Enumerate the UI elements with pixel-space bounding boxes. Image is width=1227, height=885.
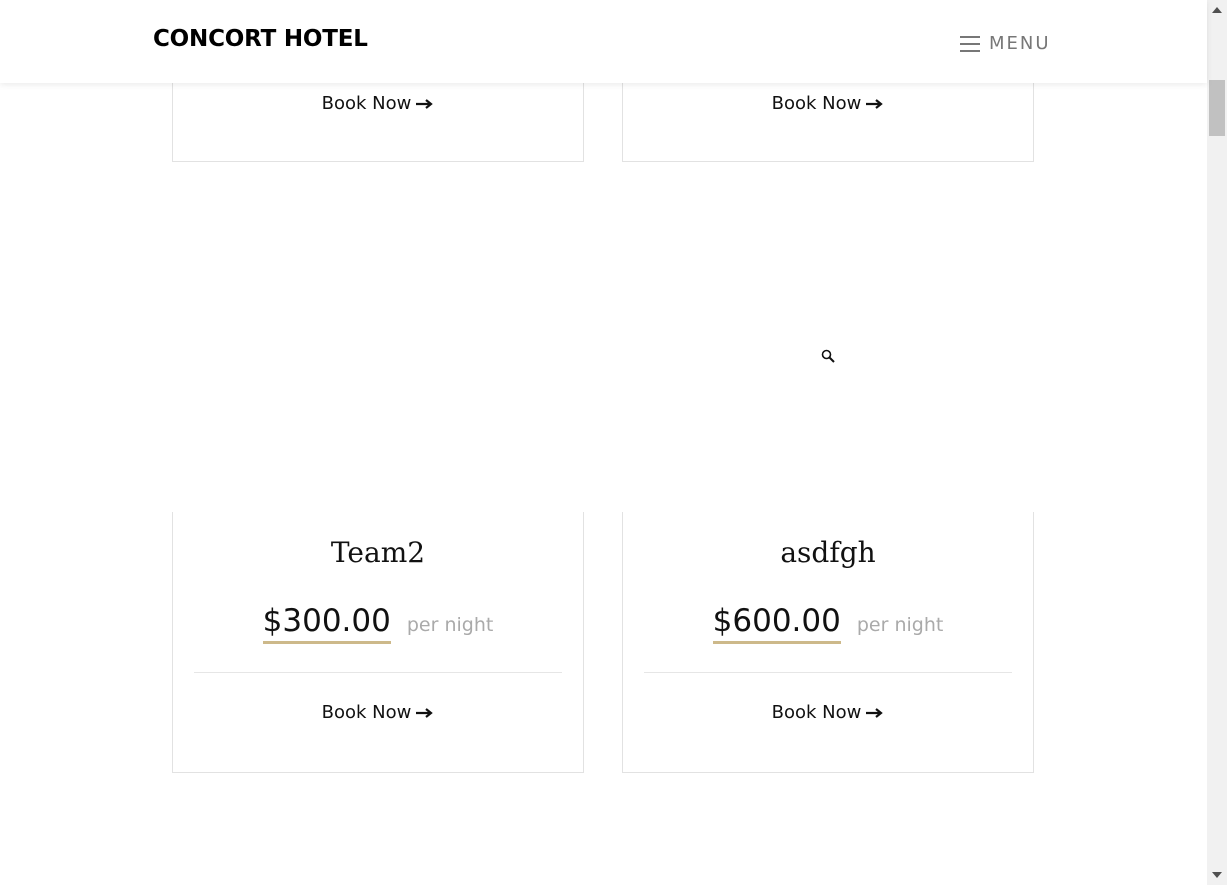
book-now-link[interactable]: Book Now [623, 702, 1033, 723]
book-now-label: Book Now [771, 93, 862, 114]
book-now-link[interactable]: Book Now [623, 93, 1033, 114]
per-night-label: per night [406, 614, 494, 637]
card-divider [194, 672, 562, 673]
book-now-link[interactable]: Book Now [173, 702, 583, 723]
menu-button[interactable]: MENU [960, 30, 1051, 56]
page-scrollbar[interactable] [1207, 0, 1227, 885]
card-divider [644, 672, 1012, 673]
room-card: Book Now [622, 70, 1034, 162]
hamburger-icon [960, 34, 980, 52]
room-name[interactable]: asdfgh [623, 536, 1033, 569]
arrow-right-icon [866, 707, 884, 718]
per-night-label: per night [856, 614, 944, 637]
room-image[interactable] [172, 200, 584, 512]
scroll-thumb[interactable] [1209, 80, 1225, 136]
menu-label: MENU [989, 32, 1051, 54]
triangle-up-icon [1212, 7, 1222, 13]
price-row: $300.00 per night [173, 604, 583, 645]
book-now-label: Book Now [321, 93, 412, 114]
triangle-down-icon [1212, 872, 1222, 878]
book-now-link[interactable]: Book Now [173, 93, 583, 114]
room-image[interactable] [622, 200, 1034, 512]
price-row: $600.00 per night [623, 604, 1033, 645]
book-now-label: Book Now [321, 702, 412, 723]
room-card: Team2 $300.00 per night Book Now [172, 512, 584, 773]
room-name[interactable]: Team2 [173, 536, 583, 569]
room-card: asdfgh $600.00 per night Book Now [622, 512, 1034, 773]
book-now-label: Book Now [771, 702, 862, 723]
arrow-right-icon [416, 707, 434, 718]
search-icon[interactable] [821, 349, 835, 363]
scroll-up-button[interactable] [1207, 0, 1227, 20]
site-header: CONCORT HOTEL MENU [0, 0, 1207, 83]
room-card: Book Now [172, 70, 584, 162]
scroll-down-button[interactable] [1207, 865, 1227, 885]
brand-logo[interactable]: CONCORT HOTEL [153, 26, 368, 52]
arrow-right-icon [416, 98, 434, 109]
room-price: $300.00 [262, 604, 391, 645]
room-price: $600.00 [712, 604, 841, 645]
arrow-right-icon [866, 98, 884, 109]
